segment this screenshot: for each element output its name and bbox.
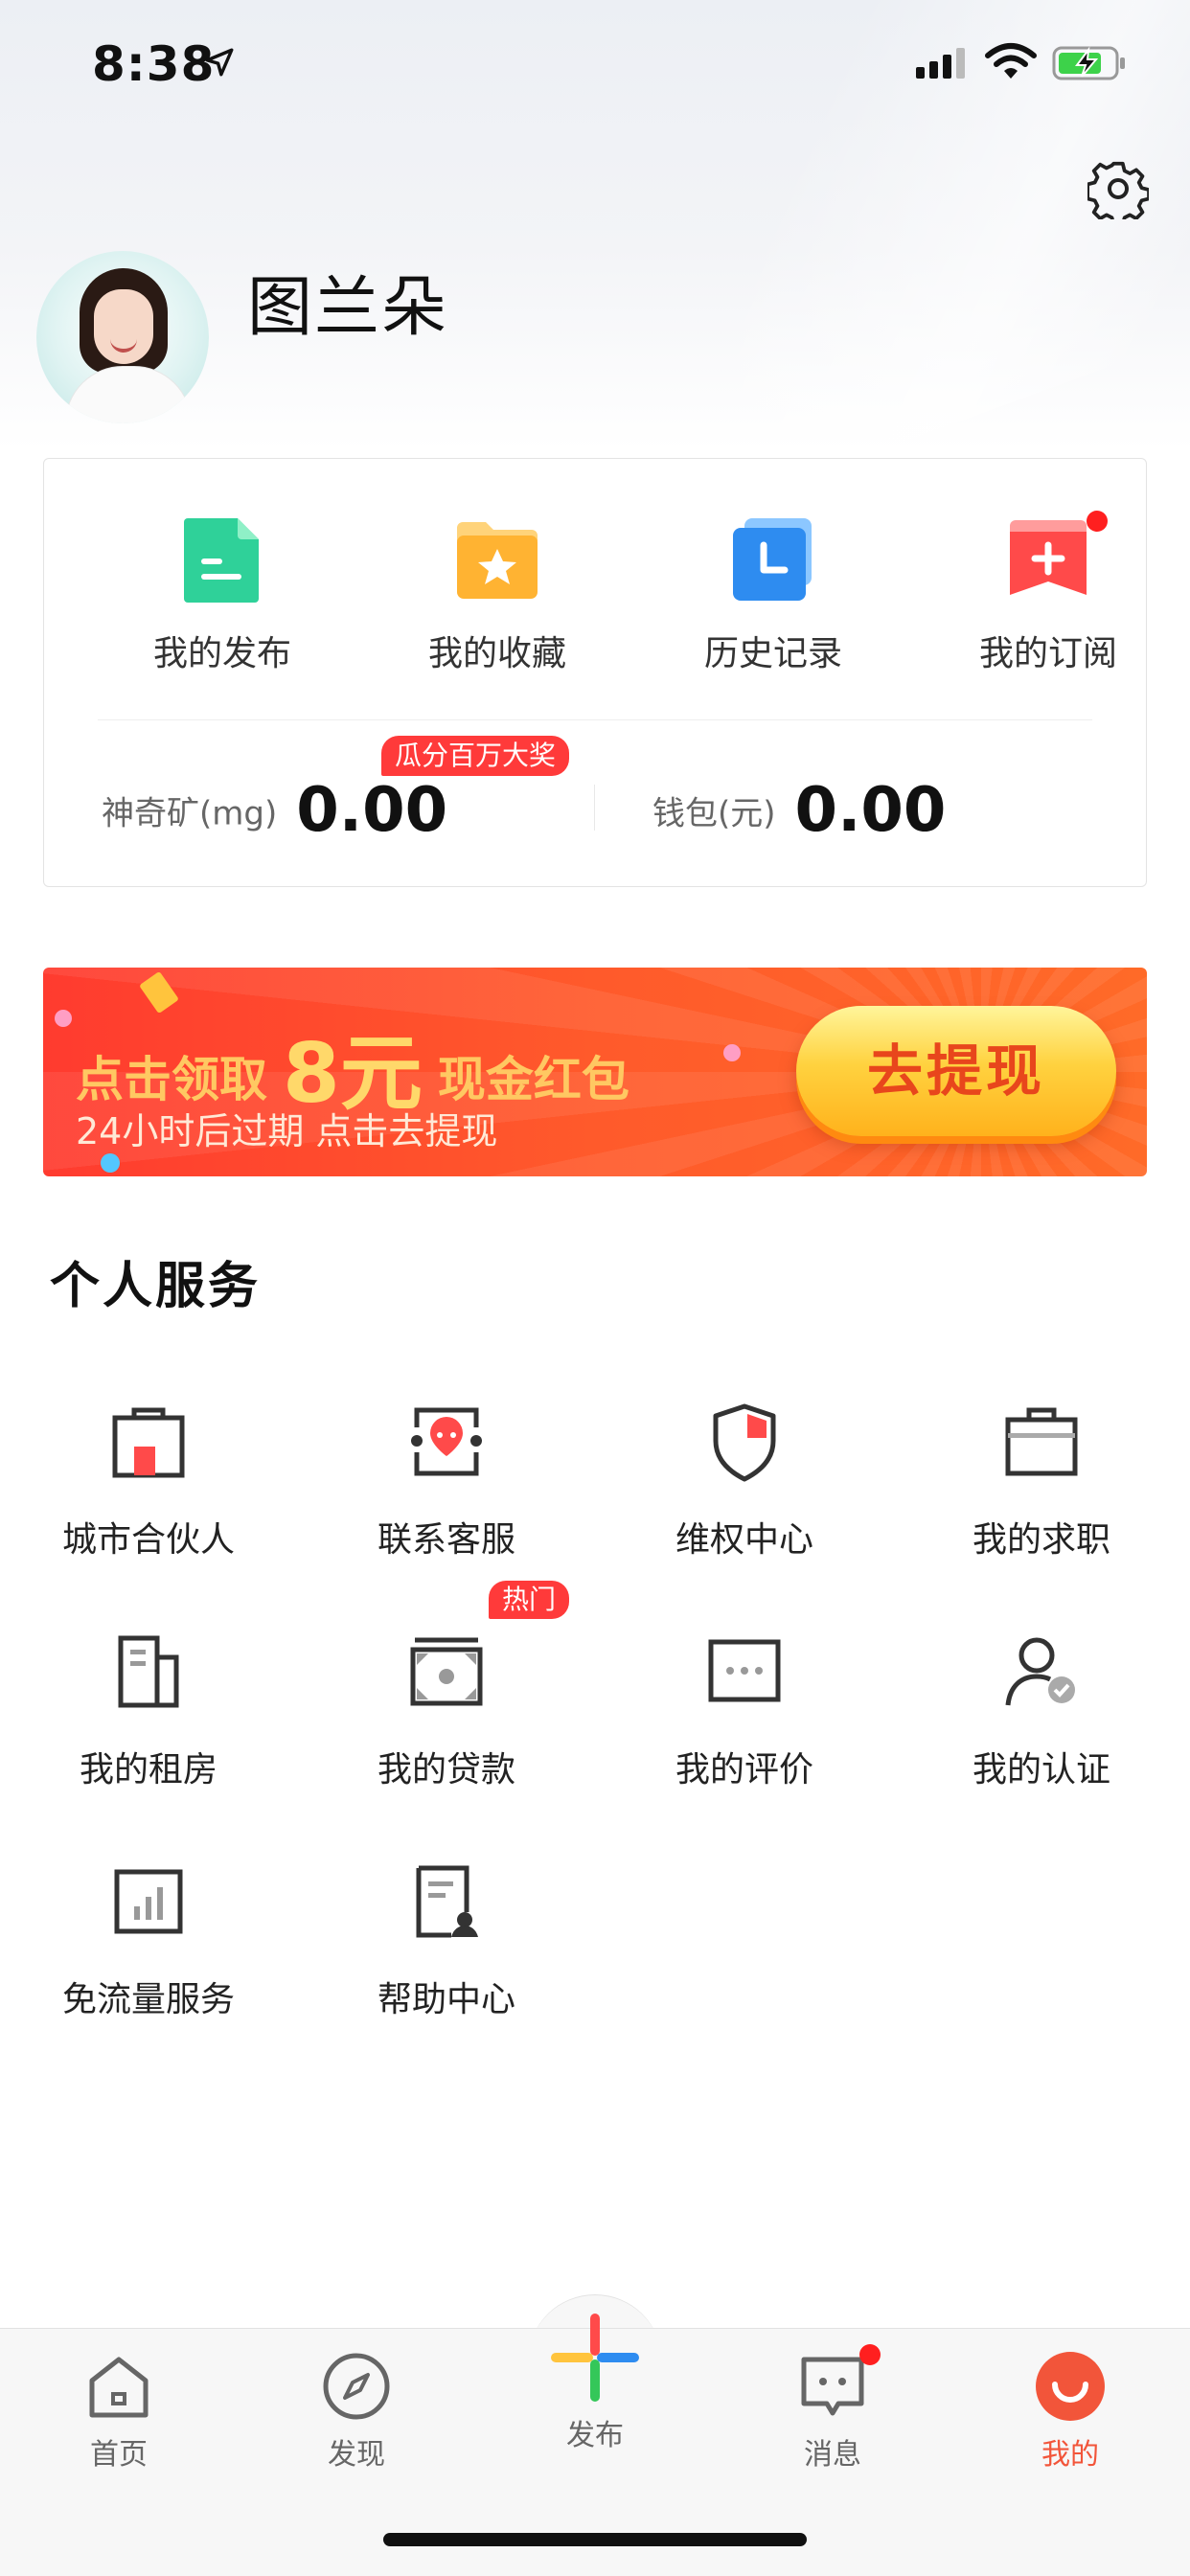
document-icon: [126, 516, 318, 612]
personal-services-title: 个人服务: [50, 1258, 262, 1315]
store-icon: [105, 1399, 192, 1485]
location-arrow-icon: [203, 46, 236, 82]
cellular-signal-icon: [916, 48, 968, 82]
subscribe-plus-icon: [952, 511, 1144, 612]
settings-gear-icon[interactable]: [1086, 158, 1151, 227]
service-my-jobs[interactable]: 我的求职: [917, 1399, 1166, 1562]
shield-icon: [701, 1399, 788, 1485]
user-verified-icon: [998, 1629, 1085, 1715]
clock-icon: [677, 516, 869, 612]
card-divider: [98, 719, 1092, 720]
quick-action-favorites[interactable]: 我的收藏: [401, 516, 593, 675]
home-icon: [80, 2348, 157, 2425]
status-bar: 8:38: [0, 0, 1190, 126]
service-rights-protection[interactable]: 维权中心: [620, 1399, 869, 1562]
quick-action-history[interactable]: 历史记录: [677, 516, 869, 675]
username[interactable]: 图兰朵: [247, 254, 448, 349]
stat-separator: [594, 785, 595, 831]
service-my-loans[interactable]: 我的贷款: [322, 1629, 571, 1791]
message-icon: [794, 2344, 881, 2425]
confetti-decoration: [101, 1153, 120, 1173]
help-document-icon: [403, 1858, 490, 1945]
wallet-stat[interactable]: 钱包(元) 0.00: [652, 775, 946, 846]
minerals-label: 神奇矿(mg): [102, 794, 278, 833]
home-indicator: [383, 2533, 807, 2546]
subscription-notification-dot: [1087, 511, 1108, 532]
quick-action-my-posts[interactable]: 我的发布: [126, 516, 318, 675]
minerals-stat[interactable]: 神奇矿(mg) 0.00: [102, 775, 447, 846]
message-notification-dot: [859, 2344, 881, 2365]
service-my-reviews[interactable]: 我的评价: [620, 1629, 869, 1791]
tab-profile[interactable]: 我的: [994, 2348, 1147, 2473]
compass-icon: [318, 2348, 395, 2425]
banner-subtitle: 24小时后过期 点击去提现: [76, 1110, 498, 1152]
plus-icon: [547, 2310, 643, 2405]
folder-star-icon: [401, 516, 593, 612]
tab-publish[interactable]: 发布: [518, 2310, 672, 2453]
quick-actions-card: 我的发布 我的收藏 历史记录 我的订阅 瓜分百万大奖 神奇矿(mg) 0.00 …: [43, 458, 1147, 887]
wallet-label: 钱包(元): [652, 794, 776, 833]
money-icon: [403, 1629, 490, 1715]
briefcase-icon: [998, 1399, 1085, 1485]
customer-service-icon: [403, 1399, 490, 1485]
confetti-decoration: [723, 1044, 741, 1061]
status-time: 8:38: [92, 36, 216, 92]
building-icon: [105, 1629, 192, 1715]
service-free-data[interactable]: 免流量服务: [24, 1858, 273, 2021]
tab-home[interactable]: 首页: [42, 2348, 195, 2473]
service-my-verification[interactable]: 我的认证: [917, 1629, 1166, 1791]
minerals-value: 0.00: [296, 775, 448, 846]
prize-badge[interactable]: 瓜分百万大奖: [381, 736, 570, 776]
cash-red-packet-banner[interactable]: 点击领取 8元 现金红包 24小时后过期 点击去提现 去提现: [43, 968, 1147, 1176]
profile-icon: [1032, 2348, 1109, 2425]
withdraw-button[interactable]: 去提现: [796, 1006, 1116, 1136]
rating-icon: [701, 1629, 788, 1715]
service-city-partner[interactable]: 城市合伙人: [24, 1399, 273, 1562]
quick-action-subscriptions[interactable]: 我的订阅: [952, 511, 1144, 675]
avatar[interactable]: [36, 251, 209, 423]
service-my-rentals[interactable]: 我的租房: [24, 1629, 273, 1791]
service-customer-support[interactable]: 联系客服: [322, 1399, 571, 1562]
battery-charging-icon: [1052, 46, 1127, 84]
service-help-center[interactable]: 帮助中心: [322, 1858, 571, 2021]
hot-badge: 热门: [489, 1581, 570, 1619]
wifi-icon: [985, 42, 1037, 84]
tab-messages[interactable]: 消息: [756, 2344, 909, 2473]
tab-discover[interactable]: 发现: [280, 2348, 433, 2473]
confetti-decoration: [55, 1010, 72, 1027]
wallet-value: 0.00: [794, 775, 947, 846]
bar-chart-icon: [105, 1858, 192, 1945]
